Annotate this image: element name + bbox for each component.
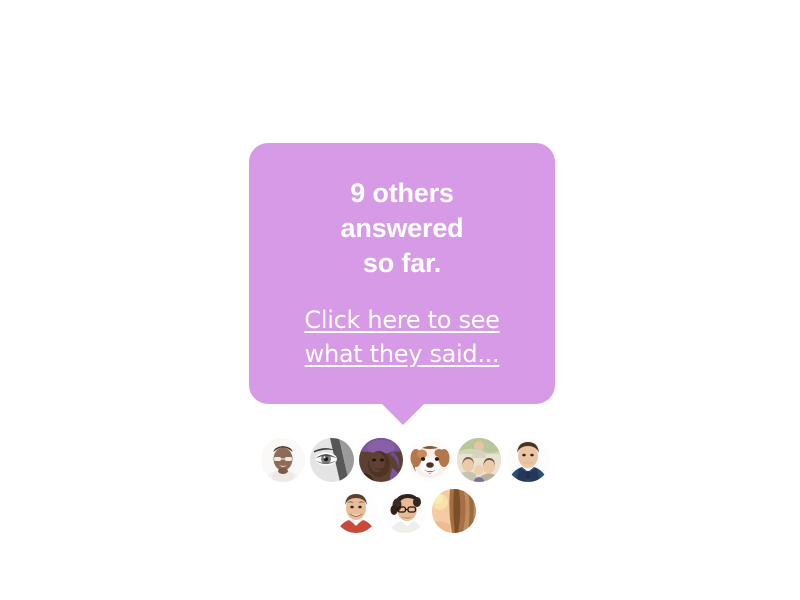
speech-bubble-tail [381,403,425,425]
avatar-dog-bulldog[interactable] [407,438,452,482]
avatar-person-hair-closeup-image [432,489,476,533]
avatar-person-glasses-smiling-image [260,438,305,482]
respondent-avatars [255,438,555,533]
avatar-man-glasses-curly-hair-image [383,489,427,533]
avatar-man-red-shirt[interactable] [334,489,378,533]
avatar-man-glasses-curly-hair[interactable] [383,489,427,533]
speech-bubble-content: 9 others answered so far. Click here to … [249,143,555,404]
avatar-family-group-photo[interactable] [456,438,501,482]
avatar-dog-bulldog-image [407,438,452,482]
avatar-man-blue-suit[interactable] [505,438,550,482]
respondents-heading: 9 others answered so far. [340,178,464,278]
speech-bubble: 9 others answered so far. Click here to … [249,143,555,404]
avatar-eye-closeup-bw[interactable] [309,438,354,482]
avatar-man-red-shirt-image [334,489,378,533]
avatar-person-purple-hat-image [358,438,403,482]
avatar-family-group-photo-image [456,438,501,482]
see-answers-link[interactable]: Click here to see what they said... [304,303,499,371]
avatar-person-glasses-smiling[interactable] [260,438,305,482]
avatar-row-top [255,438,555,482]
avatar-man-blue-suit-image [505,438,550,482]
avatar-row-bottom [255,489,555,533]
avatar-person-hair-closeup[interactable] [432,489,476,533]
avatar-eye-closeup-bw-image [309,438,354,482]
page-canvas: 9 others answered so far. Click here to … [0,0,800,600]
avatar-person-purple-hat[interactable] [358,438,403,482]
